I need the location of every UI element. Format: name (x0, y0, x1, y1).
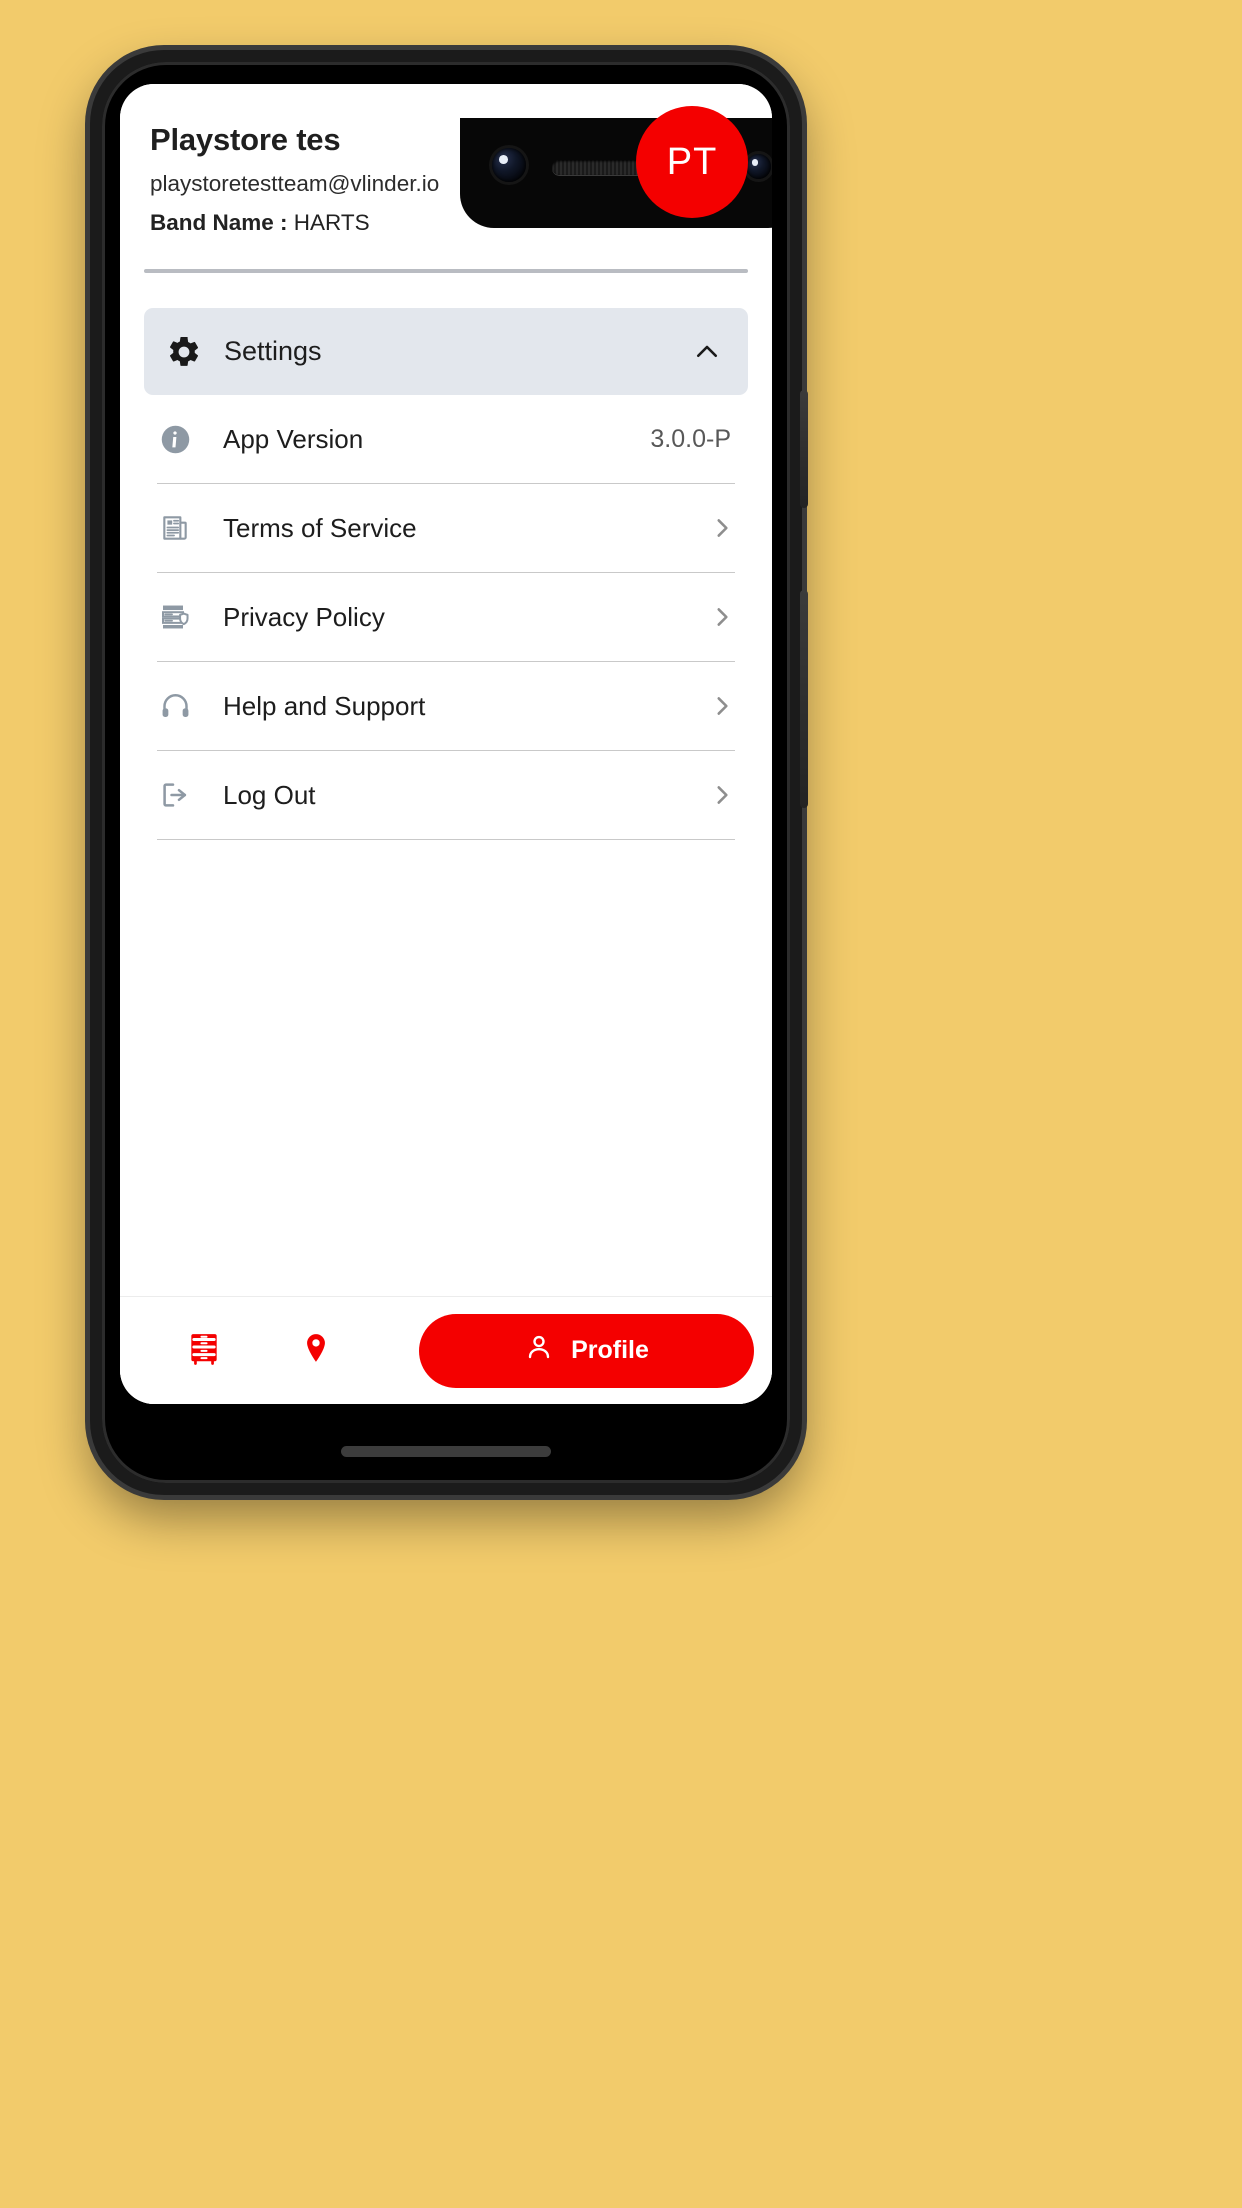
settings-item-label: Terms of Service (223, 512, 417, 543)
phone-screen: Playstore tes playstoretestteam@vlinder.… (120, 84, 772, 1404)
settings-item-label: Privacy Policy (223, 601, 385, 632)
drawer-cabinet-icon (185, 1329, 223, 1372)
logout-arrow-icon (157, 777, 193, 813)
chevron-right-icon[interactable] (709, 693, 735, 719)
app-root: Playstore tes playstoretestteam@vlinder.… (120, 84, 772, 1404)
chevron-right-icon[interactable] (709, 782, 735, 808)
settings-item-label: Log Out (223, 779, 316, 810)
settings-item-label: Help and Support (223, 690, 426, 721)
settings-item-terms-of-service[interactable]: Terms of Service (157, 484, 735, 573)
bottom-navigation-bar: Profile (120, 1296, 772, 1404)
headset-icon (157, 688, 193, 724)
privacy-shield-list-icon (157, 599, 193, 635)
settings-item-log-out[interactable]: Log Out (157, 751, 735, 840)
settings-section: Settings App Version 3.0.0-P Terms of Se… (120, 273, 772, 1296)
power-button[interactable] (800, 390, 808, 508)
settings-accordion-header[interactable]: Settings (144, 308, 748, 395)
nav-item-drawer[interactable] (148, 1329, 260, 1372)
profile-button-label: Profile (571, 1336, 649, 1364)
front-camera-main-icon (492, 148, 526, 182)
profile-button[interactable]: Profile (419, 1313, 754, 1388)
chevron-right-icon[interactable] (709, 515, 735, 541)
profile-header: Playstore tes playstoretestteam@vlinder.… (120, 84, 772, 236)
band-name-label: Band Name : (150, 210, 288, 235)
phone-device-frame: Playstore tes playstoretestteam@vlinder.… (90, 50, 808, 1495)
settings-items-list: App Version 3.0.0-P Terms of Service Pri… (144, 395, 748, 840)
home-indicator (341, 1446, 551, 1457)
avatar-initials: PT (666, 140, 718, 183)
person-icon (524, 1332, 554, 1369)
band-name-value: HARTS (293, 210, 370, 235)
nav-item-location[interactable] (260, 1331, 372, 1370)
camera-glint (499, 154, 509, 164)
app-version-value: 3.0.0-P (650, 424, 731, 453)
settings-item-app-version[interactable]: App Version 3.0.0-P (157, 395, 735, 484)
settings-title: Settings (224, 336, 322, 366)
gear-icon (166, 334, 202, 370)
info-circle-icon (157, 421, 193, 457)
chevron-right-icon[interactable] (709, 604, 735, 630)
settings-item-help-and-support[interactable]: Help and Support (157, 662, 735, 751)
settings-item-privacy-policy[interactable]: Privacy Policy (157, 573, 735, 662)
avatar[interactable]: PT (636, 106, 748, 218)
camera-glint (751, 159, 758, 166)
document-article-icon (157, 510, 193, 546)
location-pin-icon (299, 1331, 333, 1370)
volume-button[interactable] (800, 590, 808, 808)
chevron-up-icon[interactable] (692, 337, 722, 367)
front-camera-secondary-icon (746, 154, 771, 179)
settings-item-label: App Version (223, 423, 364, 454)
